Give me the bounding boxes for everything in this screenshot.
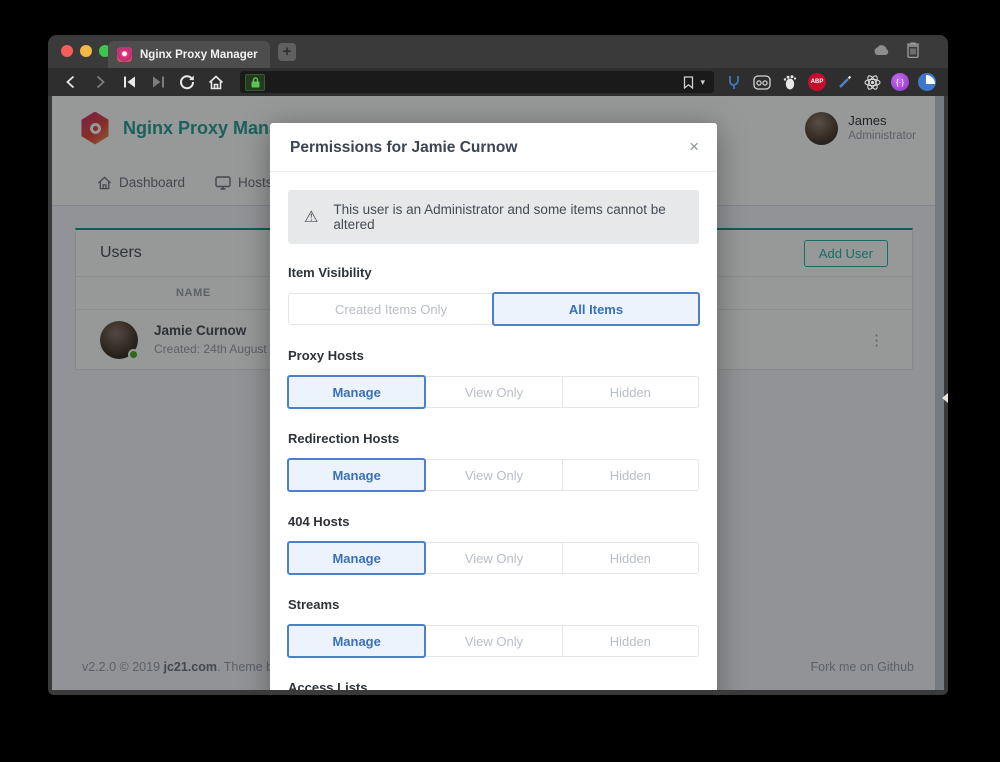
option-hidden[interactable]: Hidden <box>562 459 699 491</box>
sync-cloud-icon[interactable] <box>872 44 890 56</box>
option-view-only[interactable]: View Only <box>425 459 561 491</box>
pen-extension-icon[interactable] <box>835 73 854 92</box>
option-all-items[interactable]: All Items <box>492 292 700 326</box>
blue-extension-icon[interactable] <box>918 73 936 91</box>
close-window-button[interactable] <box>61 45 73 57</box>
window-controls <box>61 45 111 57</box>
permission-section: Redirection Hosts ManageView OnlyHidden <box>288 431 699 491</box>
forward-icon[interactable] <box>89 75 111 89</box>
permission-section-label: Streams <box>288 597 699 612</box>
extension-icons: ABP {·} <box>724 73 936 92</box>
option-hidden[interactable]: Hidden <box>562 376 699 408</box>
modal-title: Permissions for Jamie Curnow <box>290 139 697 157</box>
option-view-only[interactable]: View Only <box>425 376 561 408</box>
gnome-foot-extension-icon[interactable] <box>780 73 799 92</box>
option-created-items-only[interactable]: Created Items Only <box>288 293 493 325</box>
permission-section: 404 Hosts ManageView OnlyHidden <box>288 514 699 574</box>
admin-warning-alert: ⚠ This user is an Administrator and some… <box>288 190 699 244</box>
option-hidden[interactable]: Hidden <box>562 542 699 574</box>
browser-tab[interactable]: Nginx Proxy Manager <box>108 41 270 68</box>
option-manage[interactable]: Manage <box>287 624 426 658</box>
tab-favicon-icon <box>117 47 132 62</box>
permission-section: Streams ManageView OnlyHidden <box>288 597 699 657</box>
permission-option-group: ManageView OnlyHidden <box>288 625 699 657</box>
permission-section-label: 404 Hosts <box>288 514 699 529</box>
permission-option-group: ManageView OnlyHidden <box>288 459 699 491</box>
permission-option-group: ManageView OnlyHidden <box>288 376 699 408</box>
option-manage[interactable]: Manage <box>287 375 426 409</box>
purple-extension-icon[interactable]: {·} <box>891 73 909 91</box>
permission-section-label: Redirection Hosts <box>288 431 699 446</box>
browser-nav-bar: ▾ ABP {·} <box>48 68 948 96</box>
fast-forward-icon[interactable] <box>147 76 169 88</box>
panel-toggle-icon[interactable] <box>942 393 948 403</box>
permission-section-label: Proxy Hosts <box>288 348 699 363</box>
option-hidden[interactable]: Hidden <box>562 625 699 657</box>
alert-text: This user is an Administrator and some i… <box>333 202 683 232</box>
minimize-window-button[interactable] <box>80 45 92 57</box>
option-view-only[interactable]: View Only <box>425 625 561 657</box>
rewind-icon[interactable] <box>118 76 140 88</box>
permission-section: Access Lists ManageView OnlyHidden <box>288 680 699 690</box>
adblock-plus-extension-icon[interactable]: ABP <box>808 73 826 91</box>
item-visibility-group: Created Items OnlyAll Items <box>288 293 699 325</box>
permission-sections: Proxy Hosts ManageView OnlyHidden Redire… <box>288 348 699 690</box>
browser-tab-bar: Nginx Proxy Manager + <box>48 35 948 68</box>
web-page: Nginx Proxy Manager James Administrator … <box>52 96 944 690</box>
option-manage[interactable]: Manage <box>287 458 426 492</box>
atom-extension-icon[interactable] <box>863 73 882 92</box>
permission-section-label: Access Lists <box>288 680 699 690</box>
close-icon[interactable]: × <box>689 137 699 157</box>
reload-icon[interactable] <box>176 74 198 90</box>
option-manage[interactable]: Manage <box>287 541 426 575</box>
tab-title: Nginx Proxy Manager <box>140 49 258 61</box>
permissions-modal: Permissions for Jamie Curnow × ⚠ This us… <box>270 123 717 690</box>
permission-option-group: ManageView OnlyHidden <box>288 542 699 574</box>
permission-section: Proxy Hosts ManageView OnlyHidden <box>288 348 699 408</box>
bookmark-dropdown-icon[interactable]: ▾ <box>700 77 705 88</box>
https-lock-icon[interactable] <box>245 74 265 91</box>
home-icon[interactable] <box>205 75 227 90</box>
trash-icon[interactable] <box>906 42 920 58</box>
browser-window: Nginx Proxy Manager + <box>48 35 948 695</box>
new-tab-button[interactable]: + <box>278 43 296 61</box>
robot-extension-icon[interactable] <box>752 73 771 92</box>
bookmark-icon[interactable] <box>683 76 694 89</box>
address-bar[interactable]: ▾ <box>240 71 714 93</box>
option-view-only[interactable]: View Only <box>425 542 561 574</box>
back-icon[interactable] <box>60 75 82 89</box>
fork-extension-icon[interactable] <box>724 73 743 92</box>
item-visibility-label: Item Visibility <box>288 265 699 280</box>
warning-icon: ⚠ <box>304 207 318 227</box>
